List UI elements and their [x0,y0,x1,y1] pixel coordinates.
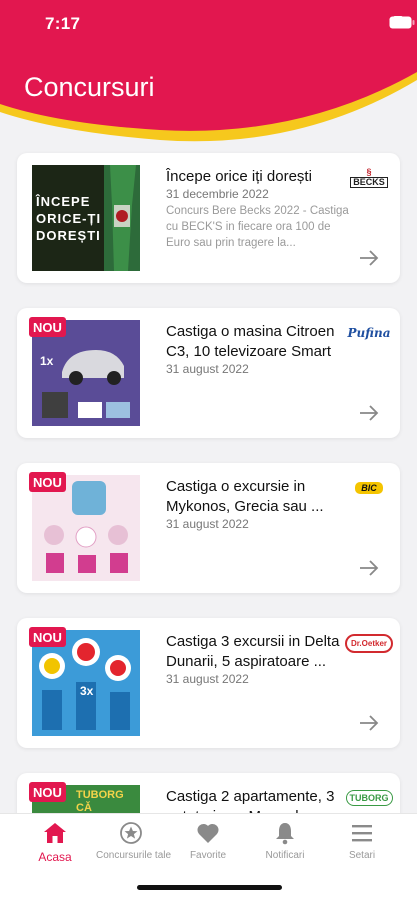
tab-label: Favorite [189,850,227,861]
contest-card[interactable]: NOU 3x Castiga 3 excursii in Delta Dunar… [17,618,400,748]
contest-description: Concurs Bere Becks 2022 - Castiga cu BEC… [166,205,349,249]
brand-name: Pufina [347,326,391,340]
arrow-right-icon[interactable] [358,404,380,422]
contest-list[interactable]: ÎNCEPE ORICE-ȚI DOREȘTI Începe orice iți… [0,115,417,815]
new-badge: NOU [29,317,66,337]
new-badge: NOU [29,782,66,802]
new-badge: NOU [29,627,66,647]
tab-label: Setari [348,850,376,861]
tab-favorite[interactable]: Favorite [173,820,243,861]
brand-logo: Dr.Oetker [344,632,394,654]
menu-icon [352,825,372,842]
status-bar: 7:17 [0,14,417,36]
home-icon [44,823,66,843]
thumb-text: 1x [40,354,54,368]
tab-label: Concursurile tale [96,850,172,861]
contest-card[interactable]: NOU 1x Castiga o masina Citroen C3, 10 t… [17,308,400,438]
tab-setari[interactable]: Setari [327,820,397,861]
brand-name: TUBORG [345,790,393,806]
contest-date: 31 august 2022 [166,517,249,531]
battery-icon [389,16,415,29]
new-badge: NOU [29,472,66,492]
contest-card[interactable]: NOU Castiga o excursie in Mykonos, Greci… [17,463,400,593]
arrow-right-icon[interactable] [358,559,380,577]
tab-notificari[interactable]: Notificari [250,820,320,861]
tab-label: Notificari [265,850,305,861]
brand-logo: § BECKS [348,167,390,189]
contest-date: 31 decembrie 2022 [166,187,269,201]
tab-label: Acasa [38,850,72,864]
contest-title: Castiga o masina Citroen C3, 10 televizo… [166,323,335,360]
arrow-right-icon[interactable] [358,714,380,732]
tab-acasa[interactable]: Acasa [20,820,90,864]
status-time: 7:17 [45,14,81,33]
brand-name: BECKS [350,177,388,188]
contest-thumbnail: ÎNCEPE ORICE-ȚI DOREȘTI [32,165,140,271]
contest-card[interactable]: NOU TUBORG CĂ PROMO! Castiga 2 apartamen… [17,773,400,815]
tab-concursurile-tale[interactable]: Concursurile tale [96,820,172,861]
thumb-text: ÎNCEPE ORICE-ȚI DOREȘTI [36,194,102,243]
brand-name: BIC [355,482,383,494]
contest-date: 31 august 2022 [166,672,249,686]
contest-date: 31 august 2022 [166,362,249,376]
brand-logo: Pufina [347,322,391,344]
contest-title: Castiga o excursie in Mykonos, Grecia sa… [166,478,324,515]
page-title: Concursuri [24,72,155,102]
contest-title: Începe orice iți dorești [166,168,312,185]
bell-icon [276,823,294,845]
contest-title: Castiga 3 excursii in Delta Dunarii, 5 a… [166,633,340,670]
thumb-text: 3x [80,684,94,698]
heart-icon [197,823,219,843]
brand-name: Dr.Oetker [344,633,394,653]
home-indicator [137,885,282,890]
brand-logo: BIC [348,477,390,499]
arrow-right-icon[interactable] [358,249,380,267]
star-circle-icon [120,822,142,844]
thumb-text: TUBORG CĂ PROMO! [76,789,124,814]
brand-logo: TUBORG [345,787,393,809]
contest-card[interactable]: ÎNCEPE ORICE-ȚI DOREȘTI Începe orice iți… [17,153,400,283]
contest-title: Castiga 2 apartamente, 3 autoturisme Mer… [166,788,335,815]
